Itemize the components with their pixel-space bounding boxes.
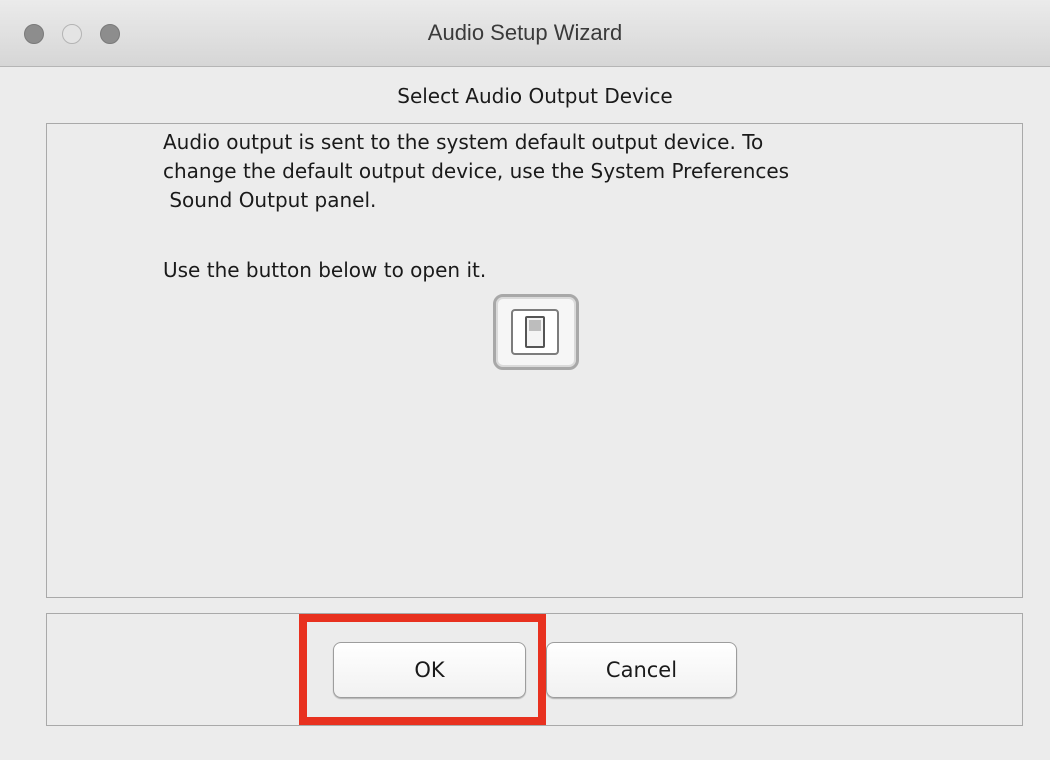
window-title: Audio Setup Wizard [427,20,623,45]
title-bar: Audio Setup Wizard [0,0,1050,67]
ok-button[interactable]: OK [333,642,526,698]
button-panel [46,613,1023,726]
switch-icon [511,309,559,355]
description-text: Audio output is sent to the system defau… [163,128,923,215]
wizard-step-title: Select Audio Output Device [397,84,673,108]
description-line: Audio output is sent to the system defau… [163,130,764,154]
dialog-window: Audio Setup Wizard Select Audio Output D… [0,0,1050,760]
description-line: Sound Output panel. [163,188,377,212]
description-line: change the default output device, use th… [163,159,790,183]
cancel-button[interactable]: Cancel [546,642,737,698]
instruction-text: Use the button below to open it. [163,258,487,282]
open-sound-preferences-button[interactable] [493,294,579,370]
